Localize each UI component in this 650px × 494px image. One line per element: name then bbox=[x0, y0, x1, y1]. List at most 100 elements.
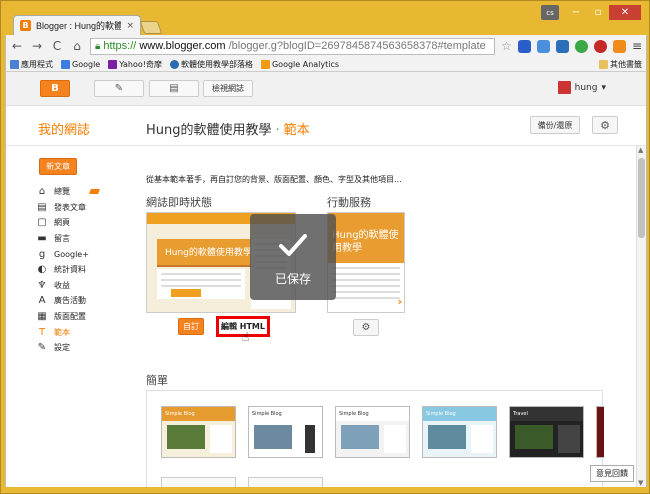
address-bar[interactable]: 🔒︎ https://www.blogger.com/blogger.g?blo… bbox=[90, 37, 496, 55]
mobile-preview[interactable]: Hung的軟體使用教學 › bbox=[327, 212, 405, 313]
bookmarks-bar: 應用程式 Google Yahoo!奇摩 軟體使用教學部落格 Google An… bbox=[5, 57, 647, 72]
bookmark-blog[interactable]: 軟體使用教學部落格 bbox=[169, 59, 253, 70]
page-scrollbar[interactable]: ▲ ▼ bbox=[636, 146, 646, 487]
new-tab-button[interactable] bbox=[139, 21, 163, 34]
sidebar-item-label: 留言 bbox=[54, 234, 70, 244]
extension-icon[interactable] bbox=[593, 39, 607, 53]
section-name: 範本 bbox=[283, 123, 310, 138]
mobile-label: 行動服務 bbox=[327, 196, 371, 209]
mobile-settings-gear-icon[interactable]: ⚙ bbox=[353, 319, 379, 336]
blog-name: Hung的軟體使用教學 bbox=[146, 123, 272, 138]
theme-thumbnail[interactable]: Simple Blog bbox=[161, 406, 236, 458]
extension-icon[interactable] bbox=[612, 39, 626, 53]
theme-thumbnail-row2[interactable] bbox=[248, 477, 323, 487]
live-label: 網誌即時狀態 bbox=[146, 196, 212, 209]
bookmark-apps[interactable]: 應用程式 bbox=[10, 59, 53, 70]
theme-thumbnail-partial[interactable] bbox=[596, 406, 604, 458]
theme-label: Simple Blog bbox=[249, 407, 322, 421]
chevron-down-icon: ▾ bbox=[601, 82, 606, 93]
avatar bbox=[557, 81, 571, 94]
template-content: 從基本範本著手，再自訂您的背景、版面配置、顏色、字型及其他項目... 網誌即時狀… bbox=[146, 146, 621, 487]
blogger-logo-button[interactable]: B bbox=[40, 80, 70, 97]
home-button[interactable]: ⌂ bbox=[70, 39, 84, 53]
bookmark-yahoo[interactable]: Yahoo!奇摩 bbox=[108, 59, 162, 70]
blogger-page: B ✎ ▤ 檢視網誌 hung ▾ 我的網誌 Hung的軟體使用教學 · 範本 備份… bbox=[5, 72, 647, 487]
preview-button bbox=[171, 289, 201, 297]
sidebar-item-earnings[interactable]: ♆ 收益 bbox=[36, 278, 99, 294]
theme-sidebar bbox=[305, 425, 315, 453]
scroll-down-icon[interactable]: ▼ bbox=[638, 479, 643, 487]
menu-icon[interactable]: ≡ bbox=[632, 39, 642, 53]
sidebar-item-pages[interactable]: ▢ 網頁 bbox=[36, 215, 99, 231]
bookmark-other[interactable]: 其他書籤 bbox=[599, 59, 642, 70]
sidebar-item-settings[interactable]: ✎ 設定 bbox=[36, 340, 99, 356]
reload-button[interactable]: C bbox=[50, 39, 64, 53]
pencil-icon: ✎ bbox=[114, 83, 124, 94]
blog-icon bbox=[169, 59, 179, 69]
yahoo-icon bbox=[108, 59, 118, 69]
scroll-thumb[interactable] bbox=[638, 158, 645, 238]
apps-icon bbox=[10, 59, 19, 69]
browser-tab[interactable]: B Blogger : Hung的軟體使 × bbox=[13, 15, 141, 35]
theme-image bbox=[167, 425, 205, 449]
sidebar: 新文章 ⌂ 總覽 ▤ 發表文章 ▢ 網頁 ▬ 留言 g Google+ ◐ 統計資料 ♆ 收益… bbox=[6, 146, 136, 487]
close-window-button[interactable]: ✕ bbox=[609, 5, 641, 20]
wrench-icon: ✎ bbox=[37, 342, 47, 354]
sidebar-item-layout[interactable]: ▦ 版面配置 bbox=[36, 309, 99, 325]
sidebar-item-comments[interactable]: ▬ 留言 bbox=[36, 231, 99, 247]
checkmark-icon bbox=[279, 233, 307, 256]
extension-icon[interactable] bbox=[517, 39, 531, 53]
bookmark-label: Yahoo!奇摩 bbox=[119, 59, 162, 69]
page-header: 我的網誌 Hung的軟體使用教學 · 範本 備份/還原 ⚙ bbox=[6, 106, 646, 146]
scroll-up-icon[interactable]: ▲ bbox=[638, 146, 643, 154]
feedback-button[interactable]: 意見回饋 bbox=[590, 465, 634, 482]
sidebar-item-label: 收益 bbox=[54, 280, 70, 290]
new-post-button[interactable]: 新文章 bbox=[39, 158, 77, 175]
minimize-button[interactable]: − bbox=[565, 5, 587, 20]
bookmark-star-icon[interactable]: ☆ bbox=[501, 39, 512, 53]
theme-thumbnail[interactable]: Simple Blog bbox=[335, 406, 410, 458]
stats-icon: ◐ bbox=[37, 264, 47, 276]
sidebar-item-posts[interactable]: ▤ 發表文章 bbox=[36, 200, 99, 216]
profile-badge[interactable]: cs bbox=[541, 5, 559, 20]
theme-image bbox=[341, 425, 379, 449]
theme-thumbnail[interactable]: Simple Blog bbox=[422, 406, 497, 458]
view-blog-button[interactable]: 檢視網誌 bbox=[203, 80, 253, 97]
sidebar-item-label: 發表文章 bbox=[54, 202, 86, 212]
extension-icon[interactable] bbox=[555, 39, 569, 53]
theme-thumbnail[interactable]: Simple Blog bbox=[248, 406, 323, 458]
page-icon: ▢ bbox=[37, 217, 47, 229]
sidebar-item-overview[interactable]: ⌂ 總覽 bbox=[36, 184, 100, 200]
posts-list-button[interactable]: ▤ bbox=[149, 80, 199, 97]
restore-button[interactable]: ▫ bbox=[587, 5, 609, 20]
bookmark-analytics[interactable]: Google Analytics bbox=[260, 59, 340, 69]
extension-icon[interactable] bbox=[574, 39, 588, 53]
google-icon bbox=[61, 59, 70, 69]
blogger-favicon-icon: B bbox=[20, 20, 31, 31]
sidebar-item-template[interactable]: T 範本 bbox=[36, 324, 99, 340]
backup-restore-button[interactable]: 備份/還原 bbox=[530, 116, 580, 134]
user-menu[interactable]: hung ▾ bbox=[557, 81, 606, 94]
bookmark-label: Google Analytics bbox=[271, 59, 340, 69]
forward-button[interactable]: → bbox=[30, 39, 44, 53]
customize-button[interactable]: 自訂 bbox=[178, 318, 204, 335]
browser-window: B Blogger : Hung的軟體使 × cs − ▫ ✕ ← → C ⌂ … bbox=[0, 0, 650, 494]
themes-gallery: Simple Blog Simple Blog Simple Blog Simp… bbox=[146, 390, 604, 487]
sidebar-item-stats[interactable]: ◐ 統計資料 bbox=[36, 262, 99, 278]
theme-sidebar bbox=[210, 425, 232, 453]
bookmark-google[interactable]: Google bbox=[61, 59, 100, 69]
gear-icon[interactable]: ⚙ bbox=[592, 116, 618, 134]
back-button[interactable]: ← bbox=[10, 39, 24, 53]
url-path: /blogger.g?blogID=2697845874563658378#te… bbox=[228, 40, 486, 52]
bookmark-label: 其他書籤 bbox=[610, 59, 642, 69]
theme-thumbnail[interactable]: Travel bbox=[509, 406, 584, 458]
tab-close-icon[interactable]: × bbox=[126, 21, 134, 31]
sidebar-item-google-plus[interactable]: g Google+ bbox=[36, 246, 99, 262]
sidebar-item-campaigns[interactable]: A 廣告活動 bbox=[36, 293, 99, 309]
theme-sidebar bbox=[384, 425, 406, 453]
new-post-pencil-button[interactable]: ✎ bbox=[94, 80, 144, 97]
my-blog-link[interactable]: 我的網誌 bbox=[38, 119, 90, 138]
extension-icon[interactable] bbox=[536, 39, 550, 53]
theme-thumbnail-row2[interactable] bbox=[161, 477, 236, 487]
lock-icon: 🔒︎ bbox=[95, 40, 101, 52]
